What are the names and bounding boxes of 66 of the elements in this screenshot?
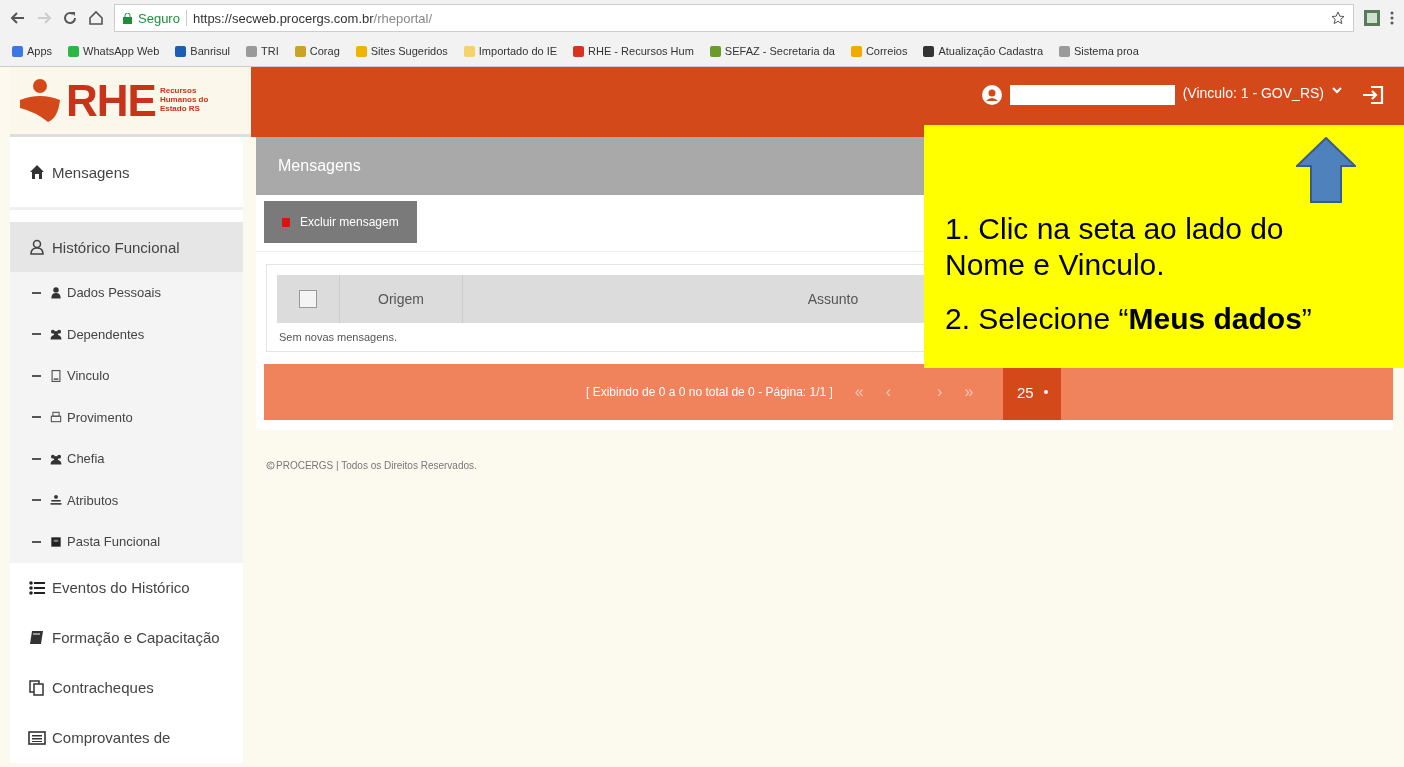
trash-icon <box>282 217 290 227</box>
logo-text: RHE <box>66 75 156 126</box>
menu-icon[interactable] <box>1390 10 1394 26</box>
empty-message: Sem novas mensagens. <box>278 330 398 345</box>
person-logo-icon <box>18 77 62 124</box>
bookmark[interactable]: Sites Sugeridos <box>355 45 448 57</box>
sidebar-subitem[interactable]: Vinculo <box>10 355 243 397</box>
reload-icon[interactable] <box>62 10 78 26</box>
sidebar-item[interactable]: Mensagens <box>10 137 243 210</box>
user-menu-link[interactable]: (Vinculo: 1 - GOV_RS) <box>1182 85 1324 101</box>
user-icon <box>981 85 1002 105</box>
instruction-step: 2. Selecione “Meus dados” <box>945 301 1404 337</box>
sidebar-subitem[interactable]: Dependentes <box>10 313 243 355</box>
lock-icon <box>123 12 132 24</box>
delete-message-button[interactable]: Excluir mensagem <box>264 201 417 243</box>
bookmark[interactable]: WhatsApp Web <box>68 45 160 57</box>
sidebar-item[interactable]: Comprovantes de <box>10 712 243 763</box>
bookmark[interactable]: Correios <box>850 45 908 57</box>
copyright-icon <box>266 461 275 470</box>
logout-icon[interactable] <box>1362 85 1384 105</box>
extension-icon[interactable] <box>1364 10 1380 26</box>
sidebar-item[interactable]: Formação e Capacitação <box>10 612 243 663</box>
up-arrow-icon <box>1296 137 1356 203</box>
footer-text: PROCERGS | Todos os Direitos Reservados. <box>276 460 477 471</box>
book-icon <box>28 628 46 647</box>
sidebar-subitem[interactable]: Atributos <box>10 479 243 521</box>
sidebar-subitem[interactable]: Provimento <box>10 396 243 438</box>
column-header[interactable]: Assunto <box>807 291 859 307</box>
bookmark[interactable]: Sistema proa <box>1059 45 1139 57</box>
sidebar-subitem[interactable]: Dados Pessoais <box>10 272 243 314</box>
home-icon[interactable] <box>88 10 104 26</box>
person-icon <box>49 285 63 300</box>
group-icon <box>49 327 63 342</box>
bookmark[interactable]: Banrisul <box>175 45 231 57</box>
sidebar-item[interactable]: Contracheques <box>10 662 243 713</box>
folder-icon <box>49 534 63 549</box>
sidebar-item[interactable]: Histórico Funcional <box>10 222 243 272</box>
bookmark[interactable]: Importado do IE <box>463 45 558 57</box>
secure-label: Seguro <box>138 10 180 26</box>
instruction-step: 1. Clic na seta ao lado do Nome e Vinculo. <box>945 211 1355 283</box>
home-icon <box>28 163 46 181</box>
back-icon[interactable] <box>10 10 26 26</box>
bookmark[interactable]: Atualização Cadastra <box>923 45 1044 57</box>
bookmark[interactable]: TRI <box>246 45 279 57</box>
bookmark[interactable]: Apps <box>12 45 53 57</box>
badge-icon <box>49 368 63 383</box>
logo-subtitle: Recursos Humanos do Estado RS <box>159 87 210 114</box>
user-icon <box>28 238 46 256</box>
chevron-down-icon[interactable] <box>1332 85 1342 95</box>
copy-icon <box>28 678 46 697</box>
bookmark[interactable]: SEFAZ - Secretaria da <box>709 45 835 57</box>
bookmark[interactable]: Corag <box>294 45 340 57</box>
pager-summary: [ Exibindo de 0 a 0 no total de 0 - Página: 1/1 ] <box>586 385 833 399</box>
bookmark[interactable]: RHE - Recursos Hum <box>573 45 694 57</box>
select-all-checkbox[interactable] <box>299 290 317 308</box>
sidebar-subitem[interactable]: Pasta Funcional <box>10 521 243 563</box>
sidebar-subitem[interactable]: Chefia <box>10 438 243 480</box>
address-bar[interactable]: Seguro https://secweb.procergs.com.br/rheportal/ <box>114 4 1354 32</box>
url-text: https://secweb.procergs.com.br/rheportal/ <box>192 10 433 26</box>
print-icon <box>49 410 63 425</box>
column-header[interactable]: Origem <box>378 291 424 307</box>
sidebar-item[interactable]: Eventos do Histórico <box>10 562 243 613</box>
stack-icon <box>49 493 63 508</box>
star-icon[interactable] <box>1331 11 1345 25</box>
card-icon <box>28 728 46 747</box>
list-icon <box>28 578 46 597</box>
